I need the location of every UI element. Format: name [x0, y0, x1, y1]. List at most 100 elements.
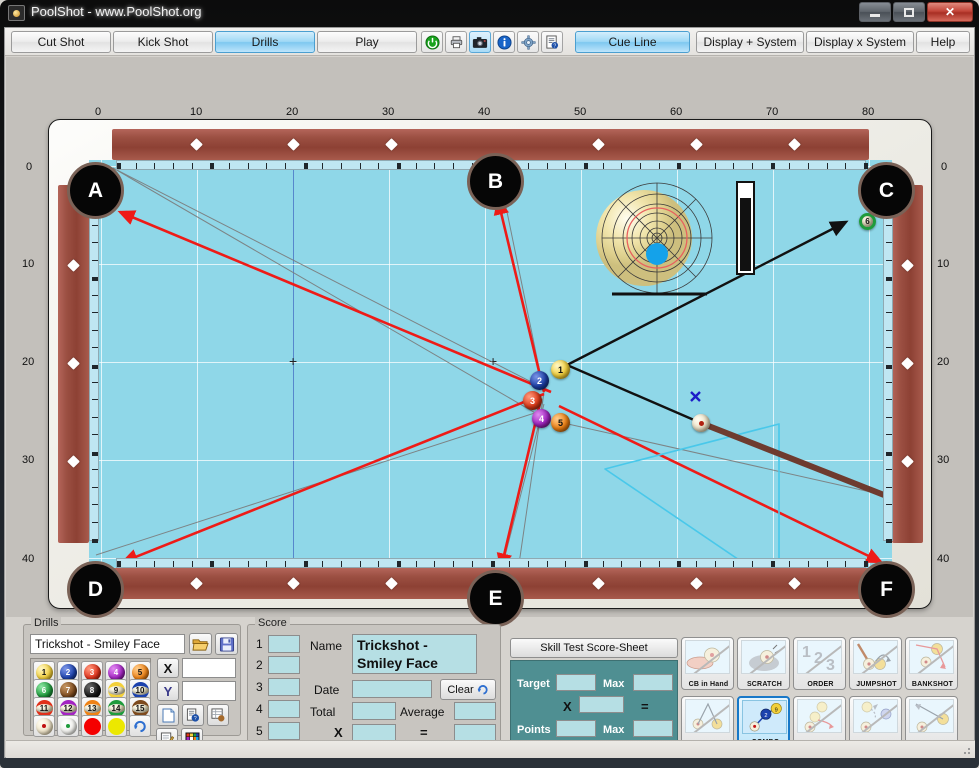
button-display-x-system[interactable]: Display x System: [806, 31, 914, 53]
tab-kick-shot[interactable]: Kick Shot: [113, 31, 213, 53]
ruler-tick: [285, 561, 287, 567]
maximize-button[interactable]: [893, 2, 925, 22]
ruler-tick: [677, 163, 682, 169]
shot-option-bankshot[interactable]: BANKSHOT: [905, 637, 958, 690]
x-coord-label-button[interactable]: X: [157, 658, 179, 678]
drill-name-input[interactable]: Trickshot - Smiley Face: [30, 634, 185, 654]
clear-label: Clear: [447, 683, 474, 696]
ruler-tick: [565, 163, 567, 169]
ruler-tick: [886, 277, 892, 282]
score-row-input-1[interactable]: [268, 635, 300, 653]
ruler-tick: [886, 364, 892, 369]
button-display-plus-system[interactable]: Display + System: [696, 31, 804, 53]
ruler-tick: [602, 163, 604, 169]
ruler-tick: [527, 163, 529, 169]
equals-label: =: [641, 699, 649, 714]
close-icon: ✕: [944, 5, 956, 19]
button-cue-line[interactable]: Cue Line: [575, 31, 690, 53]
ruler-tick: [397, 163, 402, 169]
pocket-a[interactable]: A: [67, 162, 124, 219]
camera-icon[interactable]: [469, 31, 491, 53]
score-name-label: Name: [310, 639, 343, 653]
ruler-tick: [527, 561, 529, 567]
score-average-input[interactable]: [454, 702, 496, 720]
shot-option-jumpshot[interactable]: JUMPSHOT: [849, 637, 902, 690]
ruler-tick: [886, 539, 892, 543]
score-date-input[interactable]: [352, 680, 432, 698]
ruler-tick: [490, 561, 495, 567]
shot-option-label: CB in Hand: [688, 681, 729, 688]
button-help[interactable]: Help: [916, 31, 970, 53]
multiply-input[interactable]: [579, 696, 624, 713]
y-coord-label-button[interactable]: Y: [157, 681, 179, 701]
tab-play[interactable]: Play: [317, 31, 417, 53]
score-clear-button[interactable]: Clear: [440, 679, 496, 700]
power-icon[interactable]: [421, 31, 443, 53]
shot-option-cb-in-hand[interactable]: CB in Hand: [681, 637, 734, 690]
page-help-button[interactable]: ?: [182, 704, 204, 726]
ruler-tick: [826, 163, 828, 169]
points-input[interactable]: [556, 720, 596, 737]
score-total-input[interactable]: [352, 702, 396, 720]
cue-ball[interactable]: [692, 414, 710, 432]
ruler-tick: [322, 163, 324, 169]
minimize-button[interactable]: [859, 2, 891, 22]
document-help-icon[interactable]: ?: [541, 31, 563, 53]
tab-drills[interactable]: Drills: [215, 31, 315, 53]
x-coord-input[interactable]: [182, 658, 236, 678]
ruler-tick: [453, 163, 455, 169]
ball-1[interactable]: 1: [551, 360, 570, 379]
y-coord-input[interactable]: [182, 681, 236, 701]
pocket-b[interactable]: B: [467, 153, 524, 210]
pocket-c[interactable]: C: [858, 162, 915, 219]
cue-ball-green-spot-button[interactable]: [57, 715, 79, 737]
svg-text:2: 2: [764, 713, 767, 719]
score-row-input-5[interactable]: [268, 722, 300, 740]
undo-button[interactable]: [129, 715, 151, 737]
main-toolbar: Cut Shot Kick Shot Drills Play ? Cue Lin…: [5, 28, 974, 56]
score-row-number: 4: [256, 702, 263, 716]
ruler-tick: [770, 561, 775, 567]
ball-2[interactable]: 2: [530, 371, 549, 390]
score-name-input[interactable]: Trickshot - Smiley Face: [352, 634, 477, 674]
ruler-tick: [378, 163, 380, 169]
target-x-marker: [690, 391, 701, 402]
ruler-tick: [92, 224, 98, 226]
ruler-tick: [397, 561, 402, 567]
pool-table-area[interactable]: 0 10 20 30 40 50 60 70 80 0 10 20 30 40 …: [6, 57, 973, 627]
settings-gear-icon[interactable]: [517, 31, 539, 53]
skill-test-score-sheet-button[interactable]: Skill Test Score-Sheet: [510, 638, 678, 658]
score-row-input-4[interactable]: [268, 700, 300, 718]
save-drill-button[interactable]: [215, 633, 238, 655]
ball-3[interactable]: 3: [523, 391, 542, 410]
print-icon[interactable]: [445, 31, 467, 53]
score-row-input-3[interactable]: [268, 678, 300, 696]
cue-ball-red-spot-button[interactable]: [33, 715, 55, 737]
ruler-tick: [359, 163, 361, 169]
tab-cut-shot[interactable]: Cut Shot: [11, 31, 111, 53]
points-max-input[interactable]: [633, 720, 673, 737]
pocket-f[interactable]: F: [858, 561, 915, 618]
ball-5[interactable]: 5: [551, 413, 570, 432]
table-settings-button[interactable]: [207, 704, 229, 726]
score-row-input-2[interactable]: [268, 656, 300, 674]
ball-4[interactable]: 4: [532, 409, 551, 428]
ruler-tick: [154, 163, 156, 169]
pocket-e[interactable]: E: [467, 570, 524, 627]
target-max-input[interactable]: [633, 674, 673, 691]
ruler-tick: [92, 242, 98, 244]
info-icon[interactable]: [493, 31, 515, 53]
new-page-button[interactable]: [157, 704, 179, 726]
ruler-tick: [886, 486, 892, 488]
yellow-ball-button[interactable]: [105, 715, 127, 737]
close-button[interactable]: ✕: [927, 2, 973, 22]
shot-option-scratch[interactable]: SCRATCH: [737, 637, 790, 690]
shot-option-order[interactable]: 123 ORDER: [793, 637, 846, 690]
score-total-label: Total: [310, 705, 336, 719]
target-input[interactable]: [556, 674, 596, 691]
resize-grip[interactable]: [958, 744, 972, 756]
table-felt[interactable]: + + 1 2 3 4 5 6: [89, 160, 892, 568]
red-ball-button[interactable]: [81, 715, 103, 737]
open-drill-button[interactable]: [189, 633, 212, 655]
pocket-d[interactable]: D: [67, 561, 124, 618]
